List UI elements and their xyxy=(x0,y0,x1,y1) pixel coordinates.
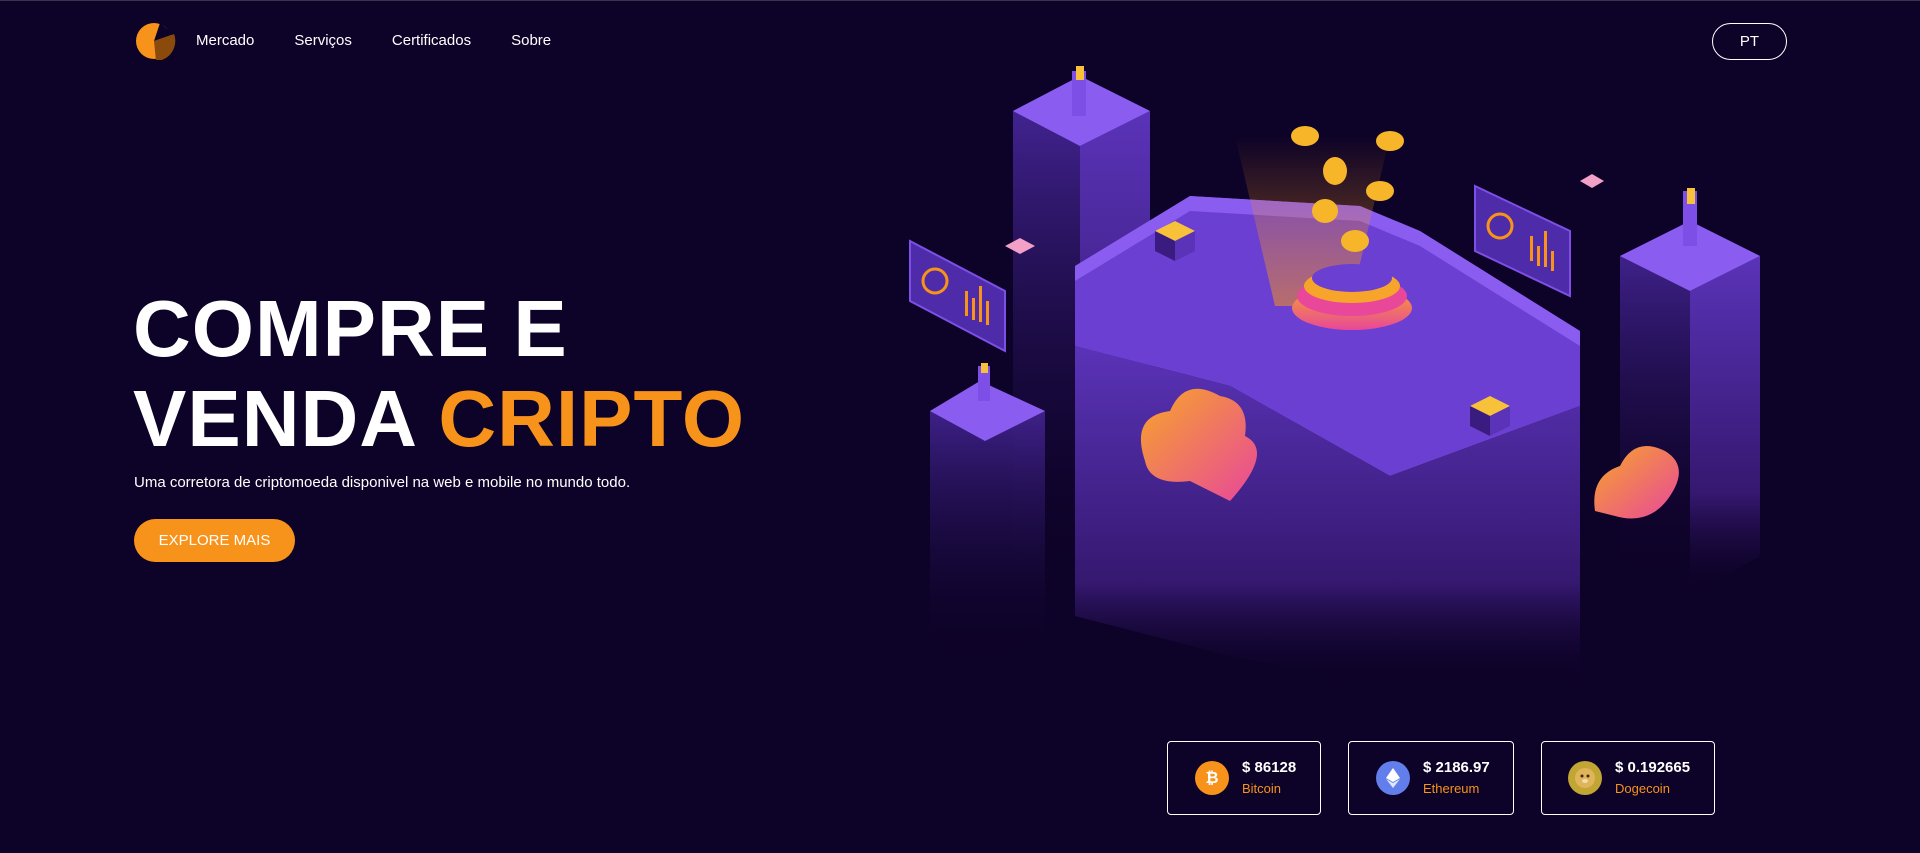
coin-info: $ 86128 Bitcoin xyxy=(1242,759,1296,798)
ticker-bitcoin[interactable]: ₿ $ 86128 Bitcoin xyxy=(1167,741,1321,815)
coin-price: $ 0.192665 xyxy=(1615,758,1691,776)
ticker-ethereum[interactable]: $ 2186.97 Ethereum xyxy=(1348,741,1514,815)
nav-link-servicos[interactable]: Serviços xyxy=(294,32,352,49)
ethereum-icon xyxy=(1376,761,1410,795)
dogecoin-icon xyxy=(1568,761,1602,795)
nav-link-sobre[interactable]: Sobre xyxy=(511,32,551,49)
hero-subtitle: Uma corretora de criptomoeda disponivel … xyxy=(134,474,631,491)
coin-price: $ 86128 xyxy=(1242,758,1297,776)
coin-name: Dogecoin xyxy=(1615,780,1670,796)
bitcoin-icon: ₿ xyxy=(1195,761,1229,795)
coin-name: Bitcoin xyxy=(1242,780,1282,796)
coin-price: $ 2186.97 xyxy=(1423,758,1490,776)
crypto-city-illustration xyxy=(909,66,1760,686)
coin-name: Ethereum xyxy=(1423,780,1480,796)
language-button[interactable]: PT xyxy=(1712,23,1787,60)
hero-title-line1: COMPRE E xyxy=(133,284,568,373)
small-left-tower xyxy=(930,363,1045,666)
ticker-dogecoin[interactable]: $ 0.192665 Dogecoin xyxy=(1541,741,1715,815)
right-tower xyxy=(1620,188,1760,596)
svg-text:₿: ₿ xyxy=(1205,769,1218,787)
top-navigation: Mercado Serviços Certificados Sobre xyxy=(134,20,551,60)
nav-links: Mercado Serviços Certificados Sobre xyxy=(196,32,551,49)
logo-icon[interactable] xyxy=(134,20,178,60)
coin-info: $ 2186.97 Ethereum xyxy=(1423,759,1490,798)
hero-title-line2: VENDA xyxy=(133,374,416,463)
hero-title: COMPRE E VENDA CRIPTO xyxy=(133,284,745,464)
nav-link-mercado[interactable]: Mercado xyxy=(196,32,254,49)
left-chart-panel xyxy=(909,239,1006,353)
coin-info: $ 0.192665 Dogecoin xyxy=(1615,759,1690,798)
nav-link-certificados[interactable]: Certificados xyxy=(392,32,471,49)
explore-more-button[interactable]: EXPLORE MAIS xyxy=(134,519,295,562)
hero-title-accent: CRIPTO xyxy=(438,374,746,463)
